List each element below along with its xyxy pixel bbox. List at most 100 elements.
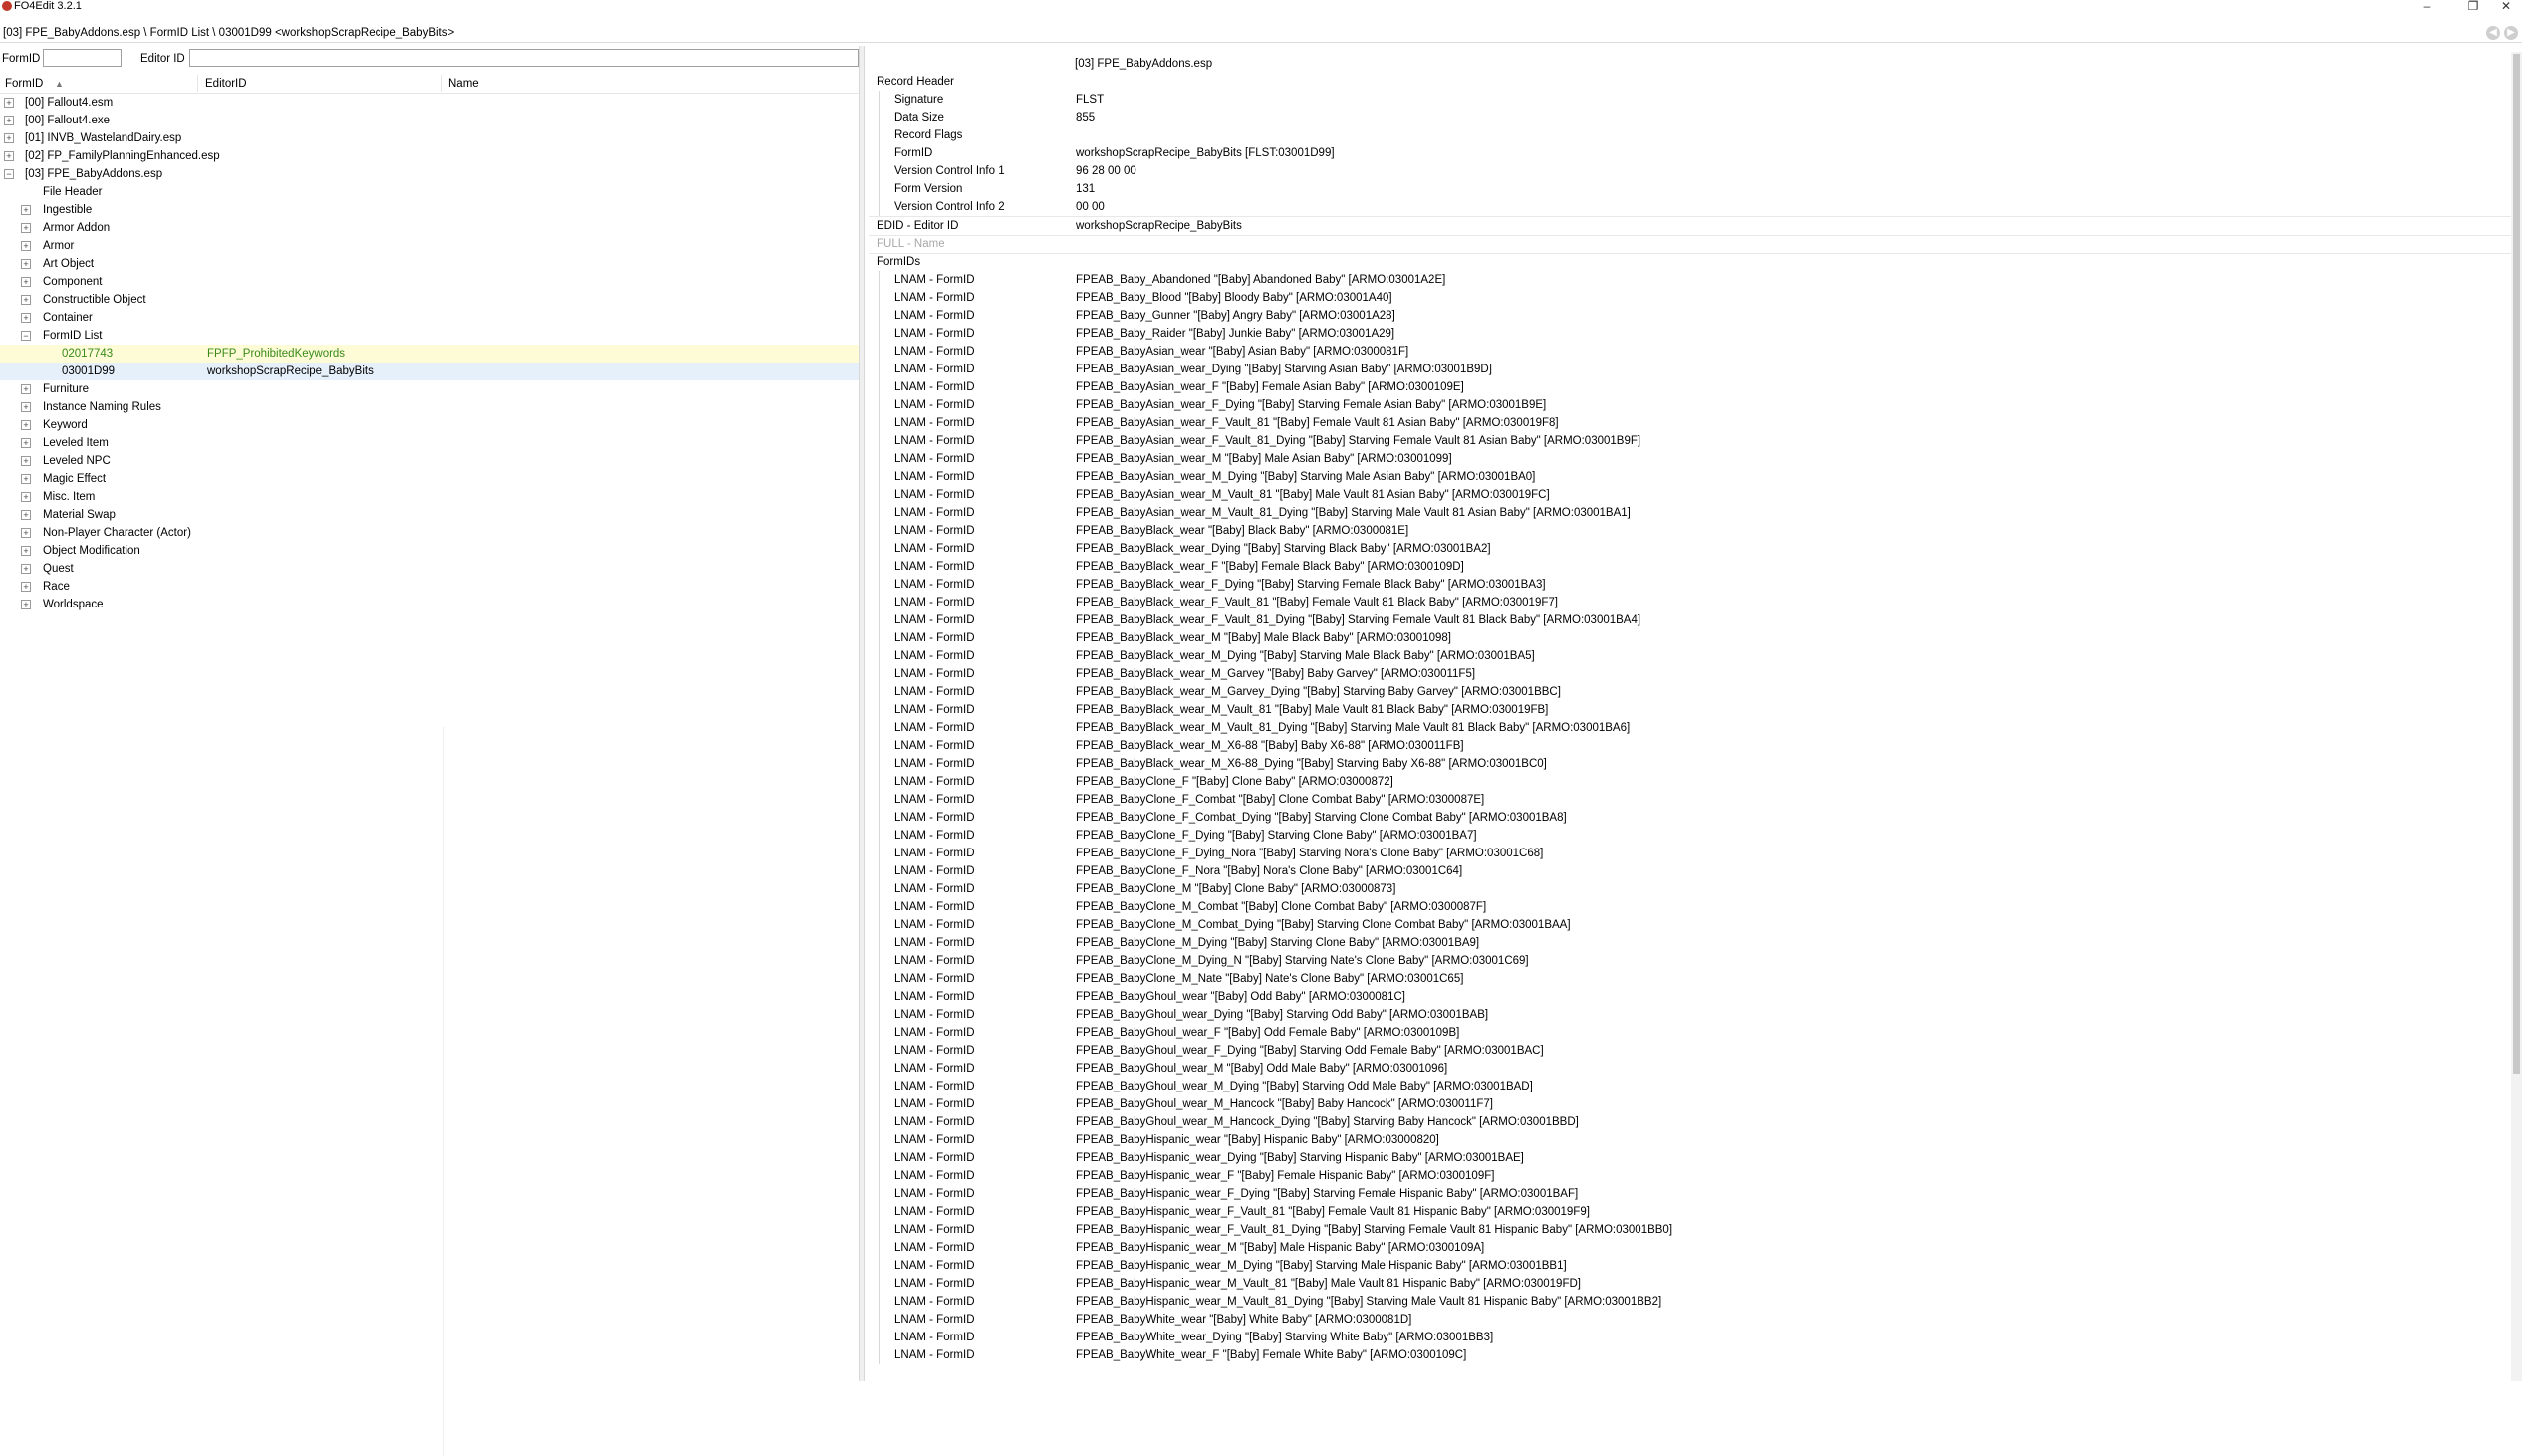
lnam-row[interactable]: LNAM - FormID FPEAB_BabyAsian_wear_F_Vaul… <box>869 414 2512 432</box>
lnam-row[interactable]: LNAM - FormID FPEAB_BabyBlack_wear_M_Garv… <box>869 665 2512 683</box>
tree-group[interactable]: + Material Swap <box>0 506 865 524</box>
lnam-row[interactable]: LNAM - FormID FPEAB_BabyAsian_wear_F_Vaul… <box>869 432 2512 450</box>
lnam-row[interactable]: LNAM - FormID FPEAB_BabyHispanic_wear_F_V… <box>869 1221 2512 1239</box>
expand-icon[interactable]: + <box>4 98 14 108</box>
lnam-row[interactable]: LNAM - FormID FPEAB_BabyBlack_wear "[Baby… <box>869 522 2512 540</box>
lnam-row[interactable]: LNAM - FormID FPEAB_BabyGhoul_wear_F_Dyin… <box>869 1042 2512 1060</box>
expand-icon[interactable]: + <box>21 546 31 556</box>
tree-group[interactable]: + Object Modification <box>0 542 865 560</box>
lnam-row[interactable]: LNAM - FormID FPEAB_BabyBlack_wear_M_X6-8… <box>869 737 2512 755</box>
tree-group[interactable]: + Keyword <box>0 416 865 434</box>
lnam-row[interactable]: LNAM - FormID FPEAB_BabyClone_M_Dying_N "… <box>869 952 2512 970</box>
column-editorid[interactable]: EditorID <box>205 77 247 91</box>
record-file-column[interactable]: [03] FPE_BabyAddons.esp <box>1075 55 1212 73</box>
expand-icon[interactable]: + <box>21 384 31 394</box>
lnam-row[interactable]: LNAM - FormID FPEAB_BabyHispanic_wear_M_D… <box>869 1257 2512 1275</box>
expand-icon[interactable]: + <box>21 510 31 520</box>
tree-group[interactable]: + Container <box>0 309 865 327</box>
lnam-row[interactable]: LNAM - FormID FPEAB_BabyBlack_wear_F_Vaul… <box>869 611 2512 629</box>
forward-icon[interactable]: ▶ <box>2504 26 2518 40</box>
lnam-row[interactable]: LNAM - FormID FPEAB_Baby_Abandoned "[Baby… <box>869 271 2512 289</box>
record-field-row[interactable]: FormID workshopScrapRecipe_BabyBits [FLST… <box>869 144 2512 162</box>
tree-group[interactable]: + Constructible Object <box>0 291 865 309</box>
lnam-row[interactable]: LNAM - FormID FPEAB_BabyAsian_wear "[Baby… <box>869 343 2512 361</box>
lnam-row[interactable]: LNAM - FormID FPEAB_BabyClone_F_Combat "[… <box>869 791 2512 809</box>
tree-group-formid-list[interactable]: − FormID List <box>0 327 865 345</box>
lnam-row[interactable]: LNAM - FormID FPEAB_BabyAsian_wear_Dying … <box>869 361 2512 378</box>
tree-group[interactable]: + Leveled Item <box>0 434 865 452</box>
back-icon[interactable]: ◀ <box>2486 26 2500 40</box>
expand-icon[interactable]: + <box>4 116 14 125</box>
lnam-row[interactable]: LNAM - FormID FPEAB_BabyAsian_wear_M_Vaul… <box>869 504 2512 522</box>
column-formid[interactable]: FormID <box>5 77 43 91</box>
tree-group[interactable]: + Leveled NPC <box>0 452 865 470</box>
lnam-row[interactable]: LNAM - FormID FPEAB_BabyHispanic_wear_M_V… <box>869 1275 2512 1293</box>
tree-group[interactable]: + Component <box>0 273 865 291</box>
tree-record[interactable]: 02017743 FPFP_ProhibitedKeywords <box>0 345 865 363</box>
editorid-filter-input[interactable] <box>189 49 859 67</box>
lnam-row[interactable]: LNAM - FormID FPEAB_BabyBlack_wear_Dying … <box>869 540 2512 558</box>
tree-record-selected[interactable]: 03001D99 workshopScrapRecipe_BabyBits <box>0 363 865 380</box>
lnam-row[interactable]: LNAM - FormID FPEAB_BabyHispanic_wear_F_D… <box>869 1185 2512 1203</box>
expand-icon[interactable]: + <box>21 456 31 466</box>
lnam-row[interactable]: LNAM - FormID FPEAB_BabyAsian_wear_M_Vaul… <box>869 486 2512 504</box>
lnam-row[interactable]: LNAM - FormID FPEAB_BabyBlack_wear_M "[Ba… <box>869 629 2512 647</box>
tree-file[interactable]: + [01] INVB_WastelandDairy.esp <box>0 129 865 147</box>
close-button[interactable]: ✕ <box>2490 0 2522 14</box>
expand-icon[interactable]: + <box>21 313 31 323</box>
lnam-row[interactable]: LNAM - FormID FPEAB_BabyClone_M_Combat "[… <box>869 898 2512 916</box>
tree-file[interactable]: + [00] Fallout4.exe <box>0 112 865 129</box>
lnam-row[interactable]: LNAM - FormID FPEAB_BabyHispanic_wear_F_V… <box>869 1203 2512 1221</box>
tree-group[interactable]: + Quest <box>0 560 865 578</box>
record-field-row[interactable]: Version Control Info 1 96 28 00 00 <box>869 162 2512 180</box>
expand-icon[interactable]: + <box>21 205 31 215</box>
lnam-row[interactable]: LNAM - FormID FPEAB_BabyBlack_wear_M_Vaul… <box>869 719 2512 737</box>
lnam-row[interactable]: LNAM - FormID FPEAB_BabyAsian_wear_F_Dyin… <box>869 396 2512 414</box>
lnam-row[interactable]: LNAM - FormID FPEAB_BabyGhoul_wear_M "[Ba… <box>869 1060 2512 1078</box>
lnam-row[interactable]: LNAM - FormID FPEAB_BabyBlack_wear_M_Vaul… <box>869 701 2512 719</box>
tree-file[interactable]: + [00] Fallout4.esm <box>0 94 865 112</box>
expand-icon[interactable]: + <box>21 259 31 269</box>
lnam-row[interactable]: LNAM - FormID FPEAB_BabyAsian_wear_M "[Ba… <box>869 450 2512 468</box>
lnam-row[interactable]: LNAM - FormID FPEAB_BabyGhoul_wear_M_Hanc… <box>869 1095 2512 1113</box>
collapse-icon[interactable]: − <box>4 169 14 179</box>
tree-group[interactable]: + Furniture <box>0 380 865 398</box>
lnam-row[interactable]: LNAM - FormID FPEAB_Baby_Gunner "[Baby] A… <box>869 307 2512 325</box>
lnam-row[interactable]: LNAM - FormID FPEAB_BabyGhoul_wear_Dying … <box>869 1006 2512 1024</box>
lnam-row[interactable]: LNAM - FormID FPEAB_BabyHispanic_wear_M_V… <box>869 1293 2512 1311</box>
tree-item-file-header[interactable]: File Header <box>0 183 865 201</box>
expand-icon[interactable]: + <box>21 402 31 412</box>
lnam-row[interactable]: LNAM - FormID FPEAB_BabyWhite_wear_F "[Ba… <box>869 1346 2512 1364</box>
record-formids-row[interactable]: FormIDs <box>869 253 2512 271</box>
lnam-row[interactable]: LNAM - FormID FPEAB_BabyGhoul_wear_M_Dyin… <box>869 1078 2512 1095</box>
tree-group[interactable]: + Armor <box>0 237 865 255</box>
lnam-row[interactable]: LNAM - FormID FPEAB_BabyWhite_wear_Dying … <box>869 1329 2512 1346</box>
record-full-name-row[interactable]: FULL - Name <box>869 235 2512 254</box>
lnam-row[interactable]: LNAM - FormID FPEAB_BabyClone_F_Dying "[B… <box>869 827 2512 845</box>
expand-icon[interactable]: + <box>21 295 31 305</box>
expand-icon[interactable]: + <box>21 600 31 609</box>
lnam-row[interactable]: LNAM - FormID FPEAB_BabyBlack_wear_F "[Ba… <box>869 558 2512 576</box>
tree-file-expanded[interactable]: − [03] FPE_BabyAddons.esp <box>0 165 865 183</box>
tree-group[interactable]: + Magic Effect <box>0 470 865 488</box>
lnam-row[interactable]: LNAM - FormID FPEAB_BabyGhoul_wear_M_Hanc… <box>869 1113 2512 1131</box>
lnam-row[interactable]: LNAM - FormID FPEAB_BabyClone_M "[Baby] C… <box>869 880 2512 898</box>
expand-icon[interactable]: + <box>21 438 31 448</box>
lnam-row[interactable]: LNAM - FormID FPEAB_BabyAsian_wear_M_Dyin… <box>869 468 2512 486</box>
lnam-row[interactable]: LNAM - FormID FPEAB_BabyHispanic_wear_F "… <box>869 1167 2512 1185</box>
lnam-row[interactable]: LNAM - FormID FPEAB_BabyBlack_wear_F_Vaul… <box>869 594 2512 611</box>
tree-group[interactable]: + Instance Naming Rules <box>0 398 865 416</box>
record-field-row[interactable]: Version Control Info 2 00 00 <box>869 198 2512 217</box>
tree-group[interactable]: + Non-Player Character (Actor) <box>0 524 865 542</box>
column-name[interactable]: Name <box>448 77 479 91</box>
expand-icon[interactable]: + <box>21 582 31 592</box>
expand-icon[interactable]: + <box>21 528 31 538</box>
tree-group[interactable]: + Ingestible <box>0 201 865 219</box>
lnam-row[interactable]: LNAM - FormID FPEAB_BabyAsian_wear_F "[Ba… <box>869 378 2512 396</box>
formid-filter-input[interactable] <box>43 49 122 67</box>
lnam-row[interactable]: LNAM - FormID FPEAB_BabyClone_F_Nora "[Ba… <box>869 862 2512 880</box>
lnam-row[interactable]: LNAM - FormID FPEAB_BabyBlack_wear_M_Dyin… <box>869 647 2512 665</box>
expand-icon[interactable]: + <box>4 151 14 161</box>
tree-group[interactable]: + Race <box>0 578 865 596</box>
expand-icon[interactable]: + <box>21 474 31 484</box>
